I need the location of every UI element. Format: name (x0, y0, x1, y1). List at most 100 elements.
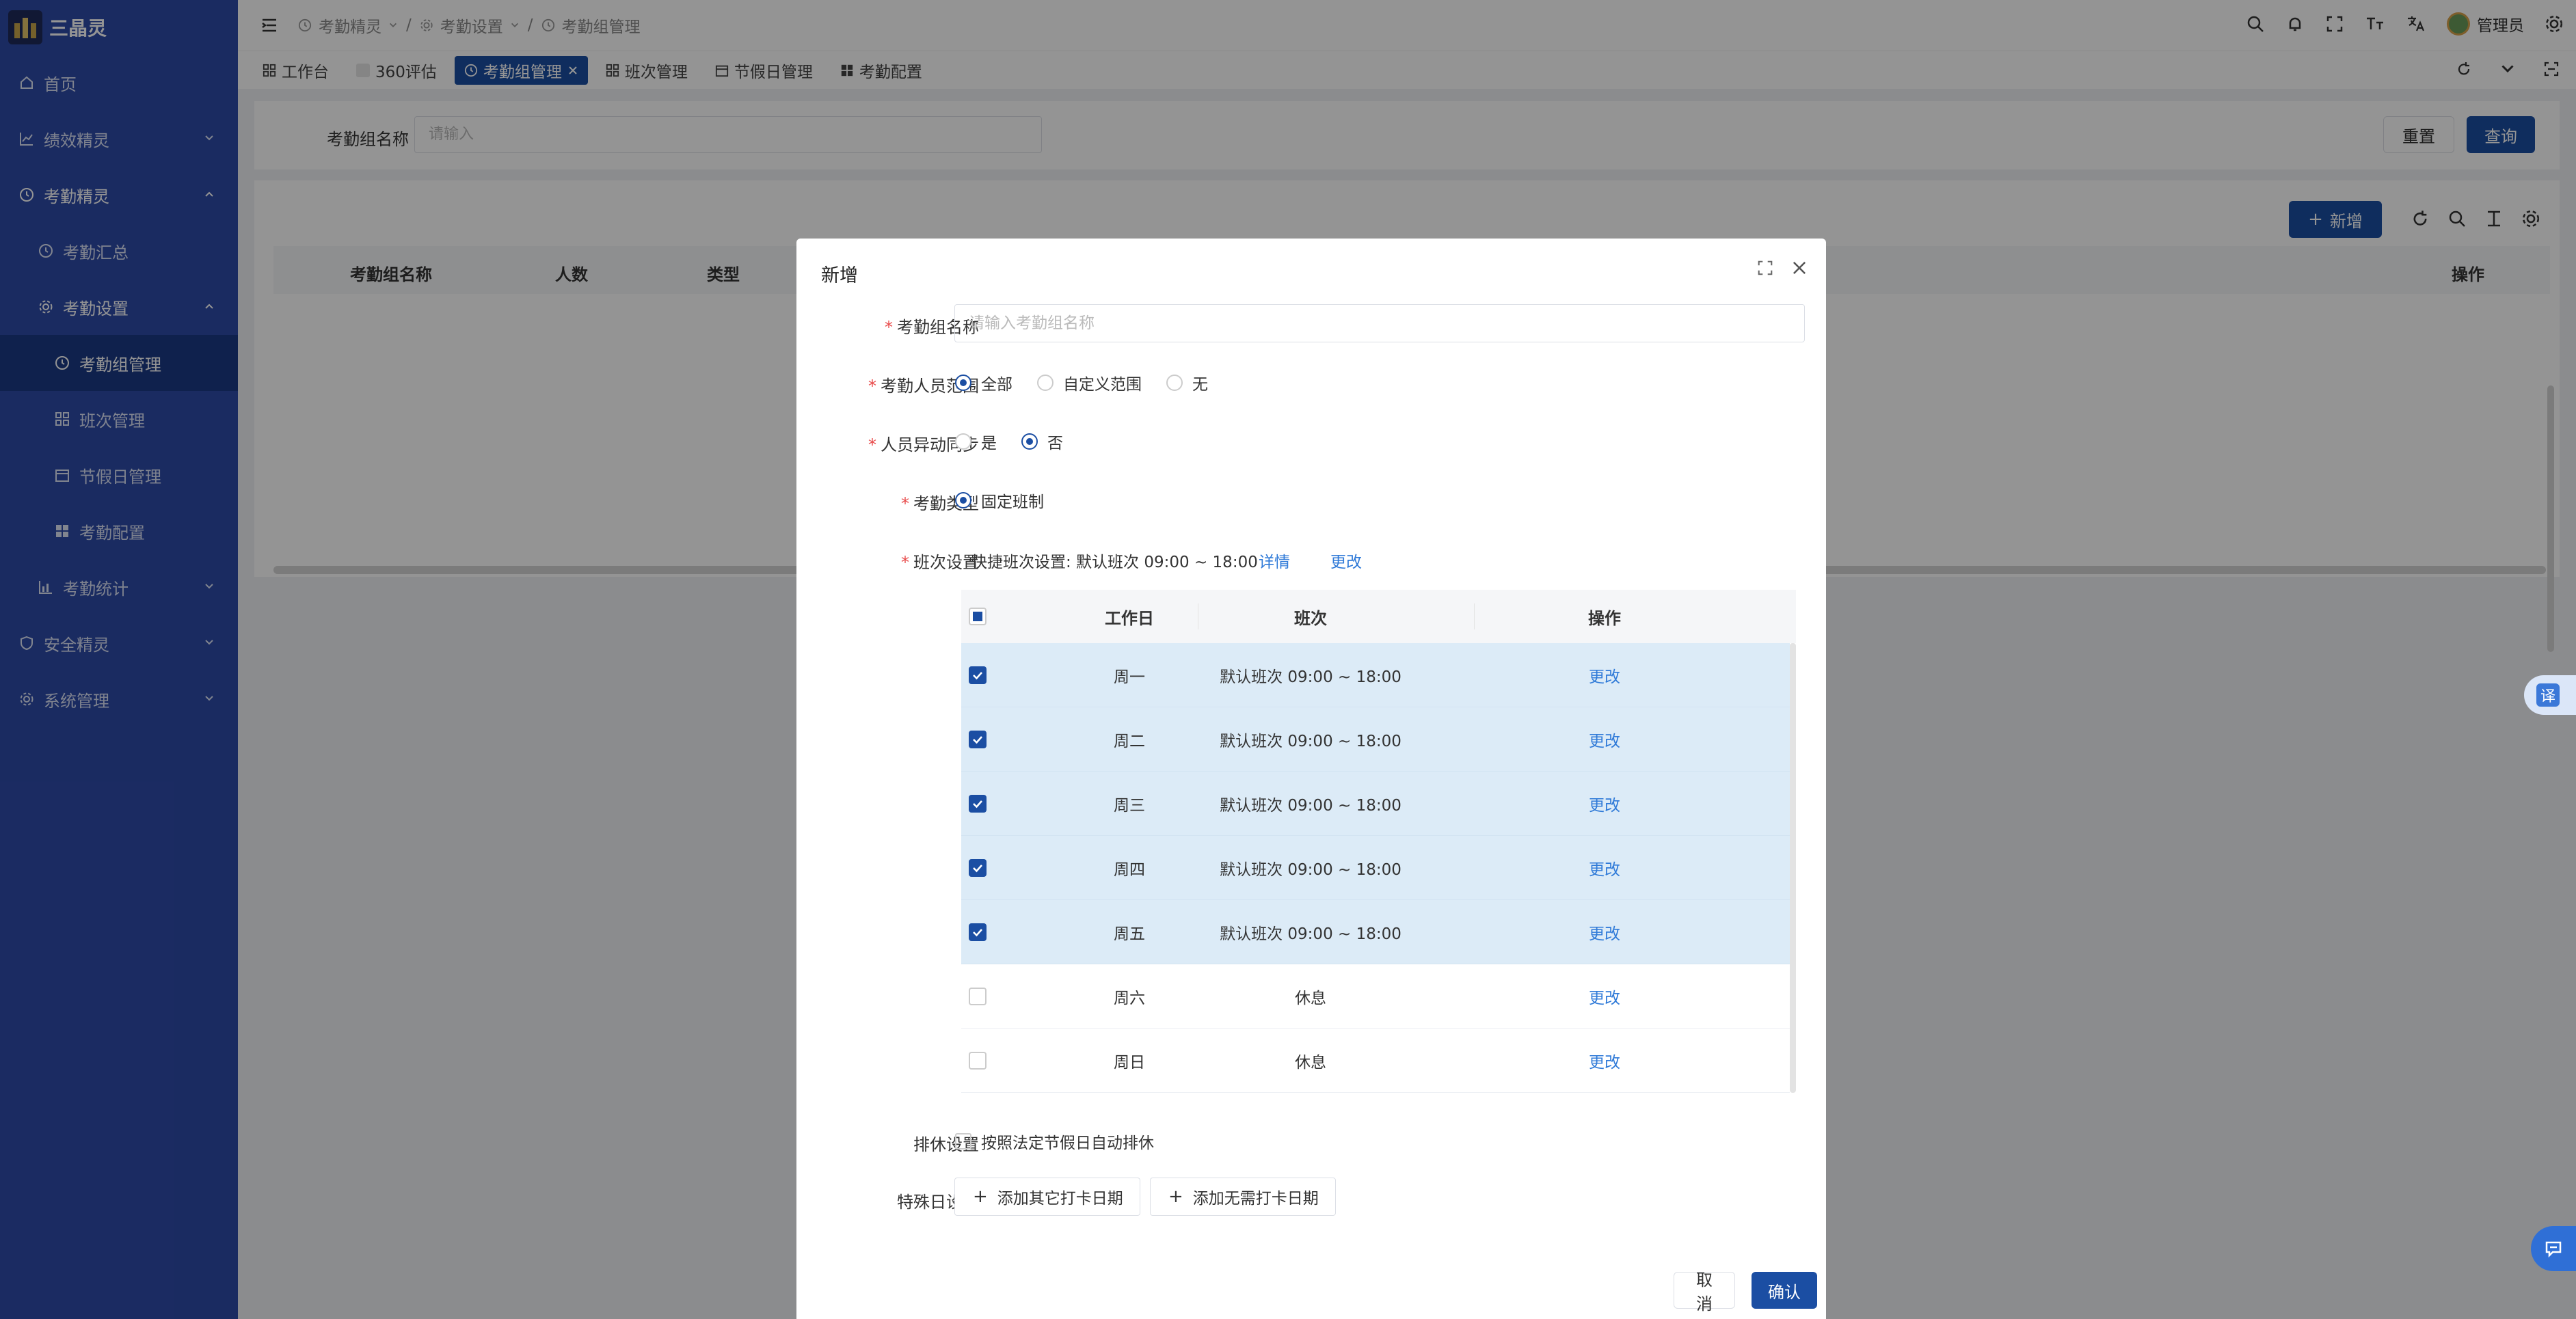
button-label: 添加其它打卡日期 (997, 1190, 1123, 1208)
shift-cell: 默认班次 09:00 ~ 18:00 (1220, 668, 1401, 686)
radio[interactable] (1021, 433, 1038, 450)
radio[interactable] (1166, 375, 1183, 391)
select-all-checkbox[interactable] (969, 608, 987, 625)
option-label: 是 (981, 435, 997, 452)
shift-cell: 休息 (1295, 989, 1326, 1007)
shift-cell: 默认班次 09:00 ~ 18:00 (1220, 925, 1401, 943)
plus-icon: + (973, 1186, 988, 1207)
sync-option-no[interactable]: 否 (1021, 430, 1063, 453)
row-checkbox[interactable] (969, 987, 987, 1005)
group-name-input[interactable]: 请输入考勤组名称 (954, 304, 1805, 342)
day-cell: 周六 (1114, 989, 1145, 1007)
check-icon (973, 800, 982, 808)
option-label: 固定班制 (981, 493, 1044, 511)
auto-rest-checkbox-label[interactable]: 按照法定节假日自动排休 (955, 1130, 1154, 1153)
shift-cell: 默认班次 09:00 ~ 18:00 (1220, 732, 1401, 750)
day-cell: 周五 (1114, 925, 1145, 943)
button-label: 添加无需打卡日期 (1192, 1190, 1319, 1208)
add-other-date-button[interactable]: + 添加其它打卡日期 (954, 1178, 1140, 1216)
table-row[interactable]: 周四 默认班次 09:00 ~ 18:00 更改 (961, 836, 1790, 900)
fullscreen-icon[interactable] (1756, 259, 1774, 277)
plus-icon: + (1168, 1186, 1183, 1207)
option-label: 自定义范围 (1063, 376, 1142, 394)
modal-tools (1756, 259, 1808, 277)
day-cell: 周四 (1114, 860, 1145, 879)
chat-icon (2545, 1241, 2562, 1258)
auto-rest-checkbox[interactable] (955, 1133, 971, 1150)
add-modal: 新增 * 考勤组名称 请输入考勤组名称 * 考勤人员范围 全部 自定义范围 无 * 人… (796, 239, 1826, 1319)
column-header: 操作 (1588, 608, 1621, 628)
shift-label: * 班次设置 (901, 553, 979, 572)
quick-shift-text: 快捷班次设置: 默认班次 09:00 ~ 18:00 (971, 554, 1258, 571)
sync-option-yes[interactable]: 是 (955, 430, 997, 453)
row-checkbox-cell (968, 707, 987, 771)
check-icon (973, 735, 982, 744)
check-icon (973, 671, 982, 679)
scope-option-none[interactable]: 无 (1166, 371, 1208, 394)
shift-cell: 休息 (1295, 1053, 1326, 1072)
row-checkbox[interactable] (969, 923, 987, 941)
row-change-link[interactable]: 更改 (1589, 792, 1620, 815)
table-row[interactable]: 周日 休息 更改 (961, 1029, 1790, 1093)
table-row[interactable]: 周三 默认班次 09:00 ~ 18:00 更改 (961, 772, 1790, 836)
workday-table: 工作日 班次 操作 周一 默认班次 09:00 ~ 18:00 更改 周二 默认… (961, 590, 1796, 1093)
chat-float-button[interactable] (2531, 1226, 2576, 1271)
column-header: 班次 (1294, 608, 1327, 628)
add-no-need-date-button[interactable]: + 添加无需打卡日期 (1150, 1178, 1336, 1216)
radio[interactable] (955, 375, 971, 391)
change-link[interactable]: 更改 (1330, 549, 1362, 572)
translate-float-button[interactable]: 译 (2524, 675, 2576, 715)
day-cell: 周二 (1114, 732, 1145, 750)
confirm-button[interactable]: 确认 (1752, 1272, 1817, 1309)
row-change-link[interactable]: 更改 (1589, 921, 1620, 944)
row-checkbox[interactable] (969, 1051, 987, 1070)
row-change-link[interactable]: 更改 (1589, 856, 1620, 880)
row-checkbox-cell (968, 964, 987, 1028)
close-icon[interactable] (1790, 259, 1808, 277)
table-row[interactable]: 周一 默认班次 09:00 ~ 18:00 更改 (961, 643, 1790, 707)
option-label: 无 (1192, 376, 1208, 394)
option-label: 全部 (981, 376, 1012, 394)
auto-rest-text: 按照法定节假日自动排休 (981, 1134, 1154, 1152)
radio[interactable] (955, 492, 971, 508)
sync-radio-group: 是 否 (955, 430, 1078, 453)
select-all-cell (968, 590, 987, 643)
cancel-button[interactable]: 取消 (1674, 1270, 1735, 1314)
type-option-fixed[interactable]: 固定班制 (955, 489, 1044, 512)
row-checkbox[interactable] (969, 666, 987, 684)
day-cell: 周日 (1114, 1053, 1145, 1072)
modal-title: 新增 (821, 265, 858, 286)
row-change-link[interactable]: 更改 (1589, 985, 1620, 1008)
scope-option-custom[interactable]: 自定义范围 (1037, 371, 1142, 394)
day-cell: 周三 (1114, 796, 1145, 815)
scope-option-all[interactable]: 全部 (955, 371, 1012, 394)
details-link[interactable]: 详情 (1259, 549, 1290, 572)
row-checkbox-cell (968, 900, 987, 964)
table-row[interactable]: 周二 默认班次 09:00 ~ 18:00 更改 (961, 707, 1790, 772)
table-row[interactable]: 周五 默认班次 09:00 ~ 18:00 更改 (961, 900, 1790, 964)
row-checkbox-cell (968, 643, 987, 707)
radio[interactable] (1037, 375, 1054, 391)
row-checkbox[interactable] (969, 730, 987, 748)
row-change-link[interactable]: 更改 (1589, 1049, 1620, 1072)
row-checkbox[interactable] (969, 794, 987, 813)
check-icon (973, 864, 982, 872)
table-scrollbar[interactable] (1790, 643, 1796, 1093)
check-icon (973, 928, 982, 936)
radio[interactable] (955, 433, 971, 450)
option-label: 否 (1047, 435, 1063, 452)
type-radio-group: 固定班制 (955, 489, 1059, 512)
row-checkbox[interactable] (969, 858, 987, 877)
row-change-link[interactable]: 更改 (1589, 664, 1620, 687)
table-row[interactable]: 周六 休息 更改 (961, 964, 1790, 1029)
row-checkbox-cell (968, 772, 987, 835)
row-checkbox-cell (968, 1029, 987, 1092)
table-header: 工作日 班次 操作 (961, 590, 1796, 643)
shift-cell: 默认班次 09:00 ~ 18:00 (1220, 860, 1401, 879)
row-change-link[interactable]: 更改 (1589, 728, 1620, 751)
day-cell: 周一 (1114, 668, 1145, 686)
row-checkbox-cell (968, 836, 987, 899)
shift-cell: 默认班次 09:00 ~ 18:00 (1220, 796, 1401, 815)
translate-icon: 译 (2536, 683, 2560, 707)
scope-radio-group: 全部 自定义范围 无 (955, 371, 1223, 394)
